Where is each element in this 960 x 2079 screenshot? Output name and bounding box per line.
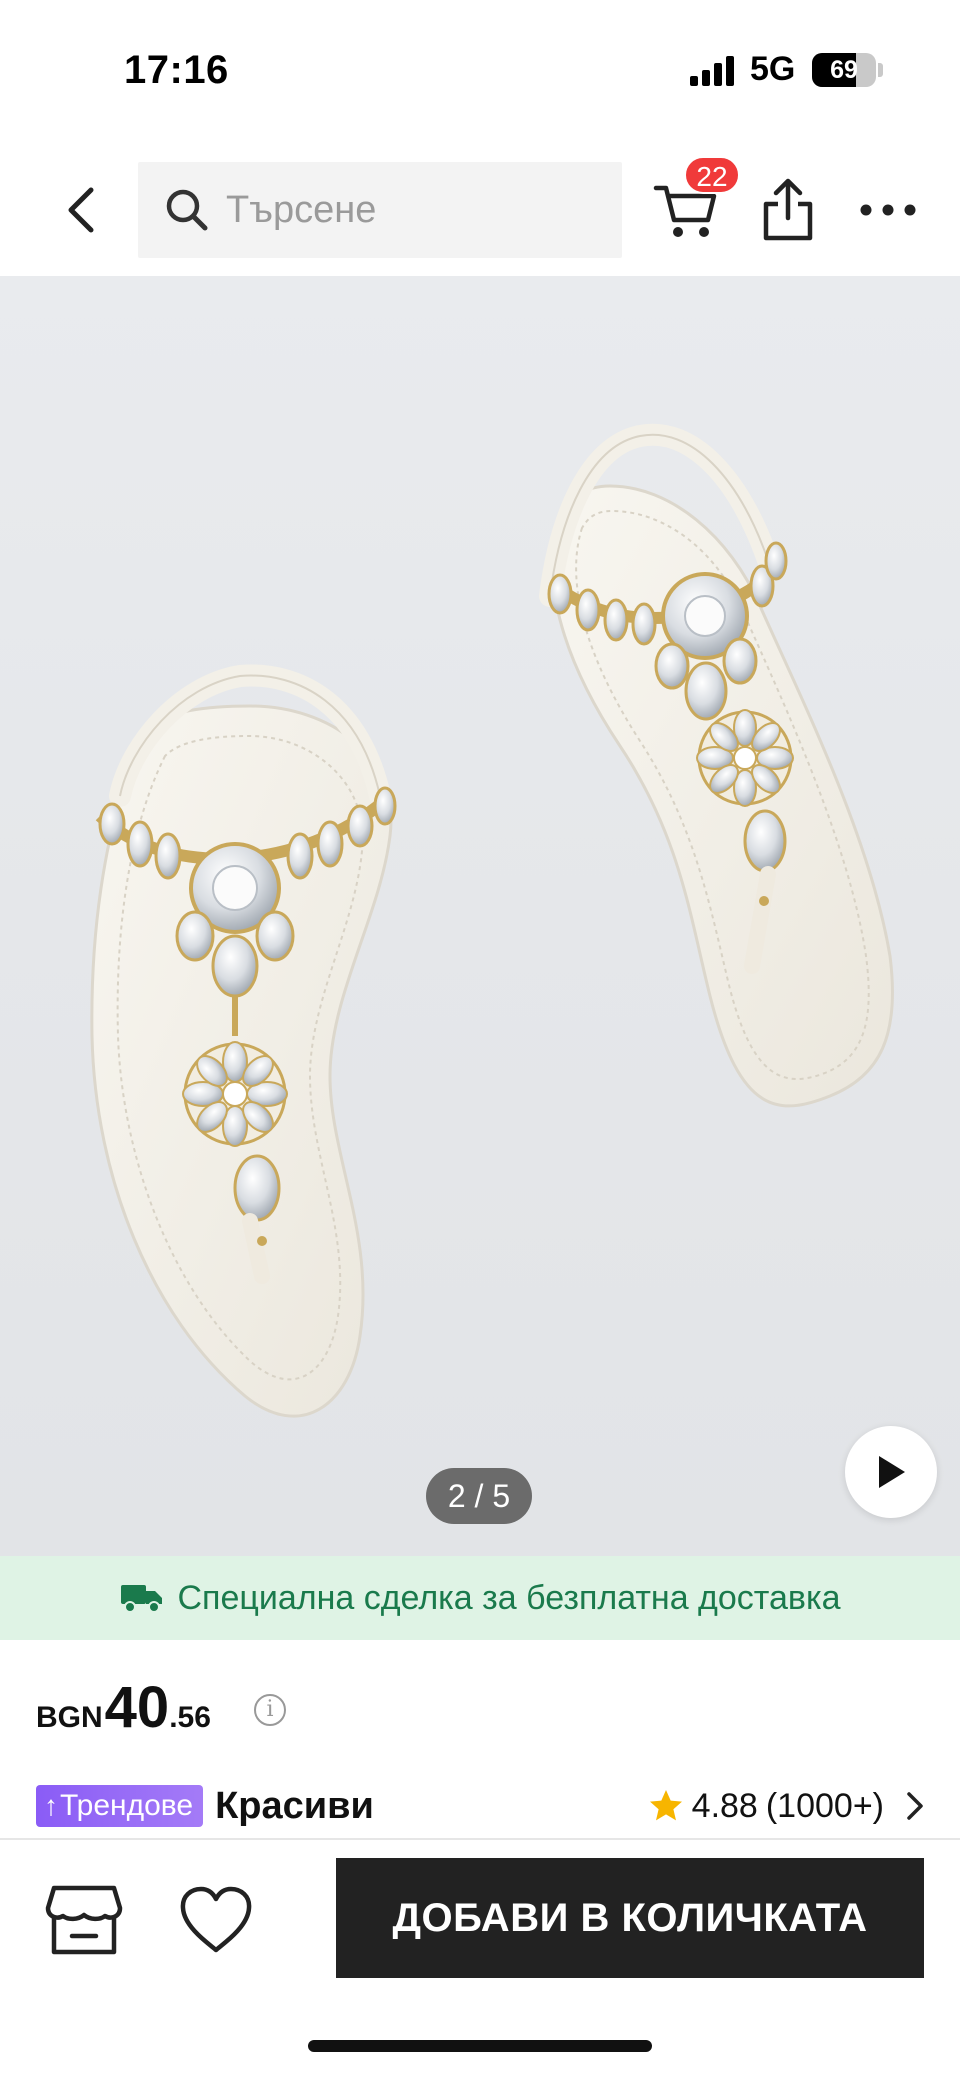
rating-link[interactable]: 4.88 (1000+) xyxy=(648,1778,926,1834)
product-name: Красиви xyxy=(215,1784,374,1827)
play-icon xyxy=(879,1456,905,1488)
left-sandal xyxy=(90,664,397,1418)
search-input[interactable]: Търсене xyxy=(138,162,622,258)
back-arrow-icon xyxy=(68,187,94,233)
home-indicator[interactable] xyxy=(308,2040,652,2052)
right-sandal xyxy=(539,423,894,1108)
chevron-right-icon xyxy=(907,1792,923,1820)
product-title-row: ↑ Трендове Красиви 4.88 (1000+) xyxy=(36,1778,926,1834)
battery-tip xyxy=(878,63,883,77)
network-label: 5G xyxy=(750,50,796,88)
top-nav: Търсене 22 xyxy=(0,140,960,276)
status-time: 17:16 xyxy=(124,48,229,92)
trending-tag-label: Трендове xyxy=(60,1789,194,1822)
search-placeholder: Търсене xyxy=(226,188,377,231)
price-decimal: .56 xyxy=(169,1701,211,1734)
more-icon xyxy=(860,204,916,216)
truck-icon xyxy=(120,1585,162,1613)
share-button[interactable] xyxy=(758,176,818,244)
price-currency: BGN xyxy=(36,1701,103,1734)
shipping-banner-text: Специална сделка за безплатна доставка xyxy=(177,1578,841,1617)
product-price: BGN 40 .56 xyxy=(36,1674,211,1744)
store-icon xyxy=(45,1885,123,1955)
battery-level: 69 xyxy=(830,56,858,84)
free-shipping-banner[interactable]: Специална сделка за безплатна доставка xyxy=(0,1556,960,1640)
review-count: (1000+) xyxy=(765,1786,884,1825)
price-integer: 40 xyxy=(104,1675,170,1740)
wishlist-button[interactable] xyxy=(178,1884,254,1956)
product-image-gallery[interactable]: 2 / 5 xyxy=(0,276,960,1556)
status-bar: 17:16 5G 69 xyxy=(0,0,960,140)
price-info-icon[interactable]: i xyxy=(254,1694,286,1726)
back-button[interactable] xyxy=(50,180,110,240)
store-button[interactable] xyxy=(44,1882,124,1958)
more-options-button[interactable] xyxy=(858,190,918,230)
share-icon xyxy=(763,178,813,241)
heart-icon xyxy=(180,1886,252,1953)
add-to-cart-button[interactable]: ДОБАВИ В КОЛИЧКАТА xyxy=(336,1858,924,1978)
rating-value: 4.88 xyxy=(691,1786,758,1825)
product-photo xyxy=(90,423,894,1418)
gallery-page-indicator: 2 / 5 xyxy=(426,1468,532,1524)
star-icon xyxy=(649,1790,682,1821)
play-video-button[interactable] xyxy=(845,1426,937,1518)
battery-icon: 69 xyxy=(812,53,876,87)
signal-icon xyxy=(690,56,736,86)
trending-tag: ↑ Трендове xyxy=(36,1785,204,1827)
trend-arrow-icon: ↑ xyxy=(44,1790,58,1821)
search-icon xyxy=(164,186,212,234)
bottom-action-bar: ДОБАВИ В КОЛИЧКАТА xyxy=(0,1840,960,2000)
cart-count-badge: 22 xyxy=(684,156,740,194)
